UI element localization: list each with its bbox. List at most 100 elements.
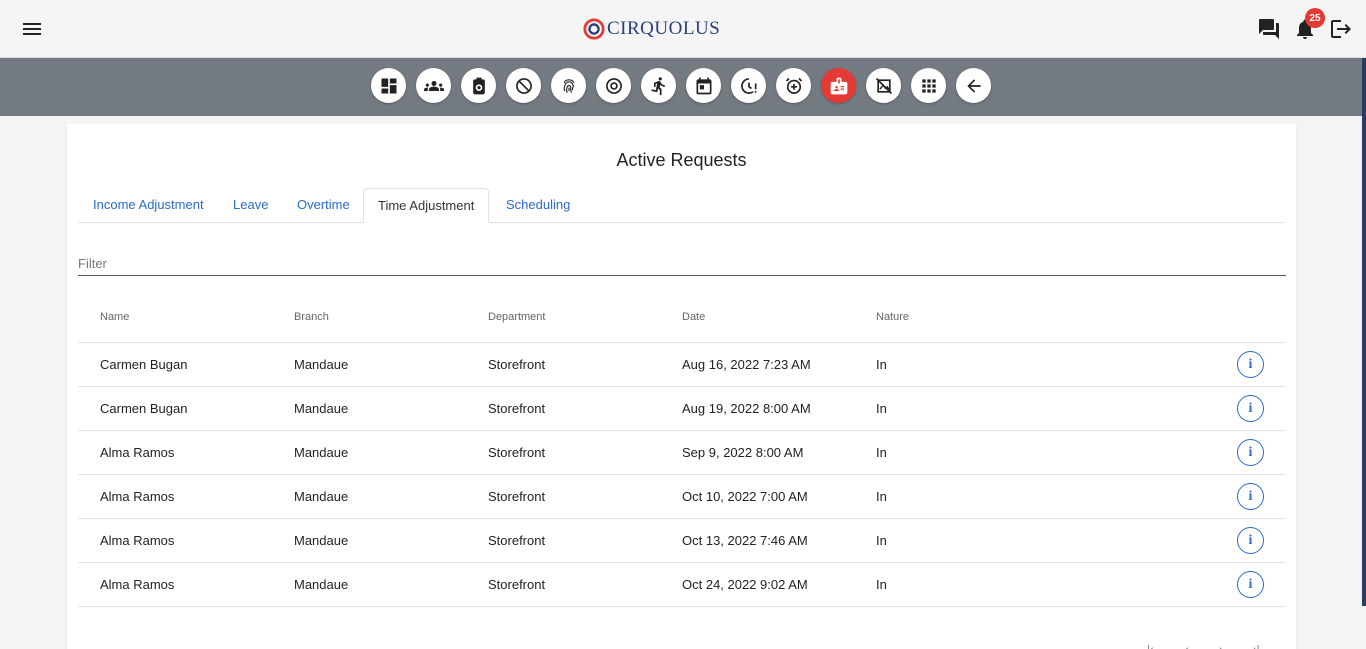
pending-button[interactable] — [731, 68, 766, 103]
hamburger-menu-icon[interactable] — [20, 17, 44, 41]
info-icon: i — [1248, 532, 1253, 548]
cell-name: Alma Ramos — [100, 533, 175, 548]
header-branch[interactable]: Branch — [294, 311, 329, 323]
people-icon — [423, 80, 444, 91]
table-row: Alma Ramos Mandaue Storefront Oct 10, 20… — [78, 475, 1285, 519]
module-toolbar — [0, 58, 1363, 116]
last-page-icon[interactable]: ›| — [1253, 644, 1260, 649]
table-row: Alma Ramos Mandaue Storefront Oct 24, 20… — [78, 563, 1285, 607]
cell-department: Storefront — [488, 401, 546, 416]
cell-department: Storefront — [488, 445, 546, 460]
cell-name: Alma Ramos — [100, 445, 175, 460]
info-button[interactable]: i — [1237, 439, 1264, 466]
absence-button[interactable] — [506, 68, 541, 103]
scrollbar-edge — [1362, 58, 1366, 606]
info-button[interactable]: i — [1237, 351, 1264, 378]
table-header: Name Branch Department Date Nature — [78, 297, 1285, 343]
table-row: Alma Ramos Mandaue Storefront Oct 13, 20… — [78, 519, 1285, 563]
logo-mark-icon — [583, 18, 605, 40]
header-name[interactable]: Name — [100, 311, 129, 323]
back-button[interactable] — [956, 68, 991, 103]
cell-department: Storefront — [488, 577, 546, 592]
chat-icon[interactable] — [1257, 17, 1281, 41]
cell-date: Aug 19, 2022 8:00 AM — [682, 401, 811, 416]
timer-off-icon — [515, 77, 532, 94]
at-target-icon — [605, 77, 622, 94]
activity-button[interactable] — [641, 68, 676, 103]
first-page-icon[interactable]: |‹ — [1147, 644, 1154, 649]
requests-button[interactable] — [821, 68, 856, 103]
info-button[interactable]: i — [1237, 483, 1264, 510]
cell-branch: Mandaue — [294, 357, 349, 372]
add-alarm-button[interactable] — [776, 68, 811, 103]
image-off-icon — [875, 77, 892, 94]
notification-badge: 25 — [1305, 8, 1325, 28]
cell-date: Aug 16, 2022 7:23 AM — [682, 357, 811, 372]
cell-name: Alma Ramos — [100, 489, 175, 504]
running-person-icon — [650, 76, 665, 95]
cell-nature: In — [876, 401, 887, 416]
info-button[interactable]: i — [1237, 395, 1264, 422]
cell-date: Oct 10, 2022 7:00 AM — [682, 489, 808, 504]
email-button[interactable] — [596, 68, 631, 103]
paginator: |‹ ‹ › ›| — [67, 642, 1296, 649]
header-department[interactable]: Department — [488, 311, 545, 323]
info-button[interactable]: i — [1237, 571, 1264, 598]
prev-page-icon[interactable]: ‹ — [1185, 644, 1189, 649]
employees-button[interactable] — [416, 68, 451, 103]
top-bar: CIRQUOLUS 25 — [0, 0, 1366, 58]
arrow-back-icon — [966, 78, 981, 93]
info-icon: i — [1248, 444, 1253, 460]
fingerprint-icon — [563, 78, 574, 93]
cell-branch: Mandaue — [294, 445, 349, 460]
filter-input[interactable] — [78, 252, 1286, 276]
logo-text: CIRQUOLUS — [607, 18, 721, 39]
cell-date: Sep 9, 2022 8:00 AM — [682, 445, 804, 460]
apps-button[interactable] — [911, 68, 946, 103]
cell-nature: In — [876, 577, 887, 592]
info-icon: i — [1248, 576, 1253, 592]
info-icon: i — [1248, 356, 1253, 372]
app-logo: CIRQUOLUS — [583, 16, 720, 42]
cell-date: Oct 13, 2022 7:46 AM — [682, 533, 808, 548]
requests-table: Name Branch Department Date Nature Carme… — [78, 297, 1285, 607]
dashboard-button[interactable] — [371, 68, 406, 103]
info-icon: i — [1248, 488, 1253, 504]
header-date[interactable]: Date — [682, 311, 705, 323]
page-title: Active Requests — [616, 150, 747, 170]
cell-branch: Mandaue — [294, 577, 349, 592]
tab-leave[interactable]: Leave — [219, 188, 282, 223]
add-alarm-icon — [785, 77, 802, 94]
dashboard-icon — [381, 78, 396, 93]
image-off-button[interactable] — [866, 68, 901, 103]
tab-income-adjustment[interactable]: Income Adjustment — [79, 188, 218, 223]
logout-icon[interactable] — [1329, 17, 1353, 41]
cell-branch: Mandaue — [294, 401, 349, 416]
cell-name: Carmen Bugan — [100, 401, 188, 416]
cell-department: Storefront — [488, 489, 546, 504]
info-icon: i — [1248, 400, 1253, 416]
table-row: Carmen Bugan Mandaue Storefront Aug 19, … — [78, 387, 1285, 431]
cell-date: Oct 24, 2022 9:02 AM — [682, 577, 808, 592]
table-row: Carmen Bugan Mandaue Storefront Aug 16, … — [78, 343, 1285, 387]
tab-overtime[interactable]: Overtime — [283, 188, 364, 223]
biometrics-button[interactable] — [551, 68, 586, 103]
payroll-button[interactable] — [461, 68, 496, 103]
cell-department: Storefront — [488, 533, 546, 548]
header-nature[interactable]: Nature — [876, 311, 909, 323]
active-requests-card: Active Requests Income Adjustment Leave … — [67, 124, 1296, 649]
cell-department: Storefront — [488, 357, 546, 372]
tab-scheduling[interactable]: Scheduling — [492, 188, 584, 223]
next-page-icon[interactable]: › — [1219, 644, 1223, 649]
info-button[interactable]: i — [1237, 527, 1264, 554]
cell-nature: In — [876, 533, 887, 548]
id-badge-icon — [830, 77, 847, 94]
cell-nature: In — [876, 357, 887, 372]
tab-time-adjustment[interactable]: Time Adjustment — [363, 188, 490, 223]
cell-nature: In — [876, 489, 887, 504]
cell-name: Alma Ramos — [100, 577, 175, 592]
calendar-button[interactable] — [686, 68, 721, 103]
cell-branch: Mandaue — [294, 489, 349, 504]
apps-grid-icon — [921, 78, 936, 93]
alert-clock-icon — [740, 77, 756, 94]
